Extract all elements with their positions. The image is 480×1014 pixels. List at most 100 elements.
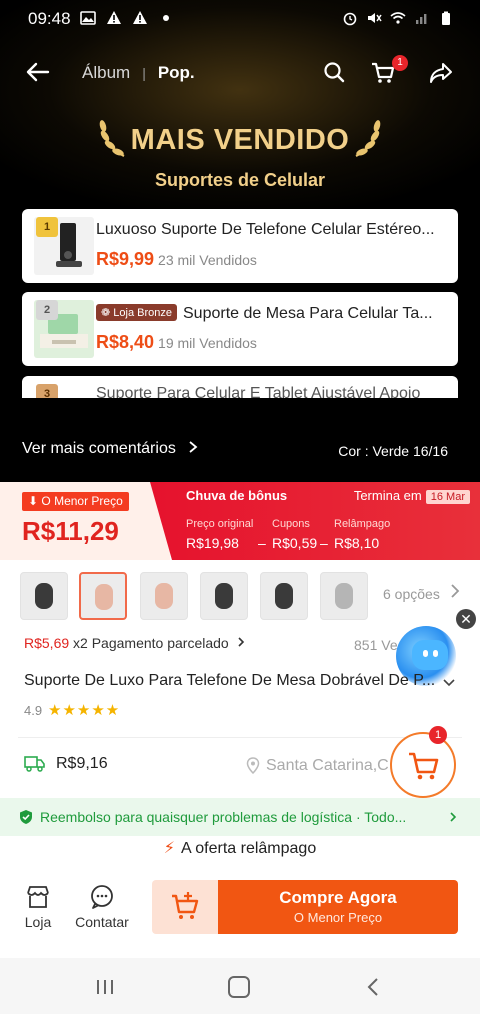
tab-pop[interactable]: Pop. [158, 63, 195, 83]
store-icon [27, 886, 49, 908]
variant-option[interactable] [200, 572, 248, 620]
options-count[interactable]: 6 opções [383, 586, 440, 602]
status-right-icons [342, 10, 454, 26]
lowest-price-tag: ⬇ O Menor Preço [22, 492, 129, 511]
truck-icon [24, 756, 45, 772]
coupons-label: Cupons [272, 518, 310, 530]
rating-value: 4.9 [24, 703, 43, 718]
ends-label: Termina em 16 Mar [353, 488, 470, 504]
chat-icon [91, 885, 113, 909]
cart-badge: 1 [392, 55, 408, 71]
refund-text: Reembolso para quaisquer problemas de lo… [40, 809, 407, 825]
variant-option[interactable] [260, 572, 308, 620]
store-badge-label: Loja Bronze [113, 307, 172, 319]
bestseller-subtitle: Suportes de Celular [154, 170, 326, 190]
store-badge-icon: ❁ [101, 307, 111, 319]
share-icon[interactable] [428, 60, 454, 86]
original-price-label: Preço original [186, 518, 254, 530]
store-button[interactable]: Loja [22, 884, 54, 930]
price-value: R$9,99 [96, 249, 155, 269]
location-pin-icon [246, 757, 260, 774]
installment-info[interactable]: R$5,69 x2 Pagamento parcelado [24, 635, 245, 651]
variant-image [155, 583, 173, 609]
buy-now-button[interactable]: Compre Agora O Menor Preço [218, 880, 458, 934]
bonus-label: Chuva de bônus [186, 488, 288, 503]
more-comments-label: Ver mais comentários [22, 440, 176, 457]
variant-image [335, 583, 353, 609]
contact-button[interactable]: Contatar [72, 884, 132, 930]
variant-option[interactable] [140, 572, 188, 620]
floating-cart-button[interactable] [390, 732, 456, 798]
nav-tabs: Álbum | Pop. [82, 63, 195, 83]
shipping-location[interactable]: Santa Catarina,C [266, 757, 396, 775]
ranking-item-2[interactable]: 2 ❁ Loja Bronze Suporte de Mesa Para Celu… [22, 292, 458, 366]
buy-now-label: Compre Agora [279, 888, 397, 907]
system-back-icon[interactable] [366, 977, 380, 997]
original-price-value: R$19,98 [186, 535, 239, 551]
back-arrow-icon[interactable] [24, 58, 52, 86]
chevron-right-icon [238, 637, 244, 647]
variant-option[interactable] [320, 572, 368, 620]
ranking-item-3[interactable]: 3 Suporte Para Celular E Tablet Ajustáve… [22, 376, 458, 398]
home-icon[interactable] [228, 976, 250, 998]
signal-icon [416, 14, 427, 24]
rank-medal-3: 3 [36, 384, 58, 398]
sold-count: 19 mil Vendidos [158, 335, 257, 351]
ranking-item-title: Luxuoso Suporte De Telefone Celular Esté… [96, 221, 435, 238]
tab-album[interactable]: Álbum [82, 63, 130, 83]
price-value: R$8,40 [96, 332, 155, 352]
ranking-item-title: Suporte Para Celular E Tablet Ajustável … [96, 385, 421, 398]
variant-option[interactable] [20, 572, 68, 620]
down-arrow-icon: ⬇ [28, 494, 39, 508]
store-badge: ❁ Loja Bronze [96, 304, 177, 321]
status-left-icons [80, 10, 174, 26]
status-bar: 09:48 [0, 0, 480, 36]
search-icon[interactable] [322, 60, 346, 84]
buy-now-sublabel: O Menor Preço [293, 910, 383, 925]
flash-offer-text: A oferta relâmpago [181, 840, 317, 857]
mute-icon [368, 13, 382, 23]
ends-text: Termina em [353, 488, 422, 503]
dot-icon [163, 15, 169, 21]
gallery-icon [80, 11, 96, 25]
variant-image [275, 583, 293, 609]
warning-icon [107, 11, 121, 24]
bottom-action-bar: Loja Contatar Compre Agora O Menor Preço [0, 866, 480, 956]
installment-text: x2 Pagamento parcelado [73, 635, 229, 651]
lowest-price-label: O Menor Preço [41, 494, 123, 508]
variant-option-selected[interactable] [79, 572, 127, 620]
flash-offer: ⚡ A oferta relâmpago [0, 838, 480, 858]
chevron-right-icon [450, 812, 457, 822]
promo-banner: ⬇ O Menor Preço R$11,29 Chuva de bônus T… [0, 482, 480, 560]
color-counter: Cor : Verde 16/16 [338, 443, 448, 459]
ranking-item-1[interactable]: 1 Luxuoso Suporte De Telefone Celular Es… [22, 209, 458, 283]
chevron-right-icon [189, 441, 198, 453]
sold-count: 851 Ve [354, 637, 398, 653]
more-comments-link[interactable]: Ver mais comentários [22, 440, 198, 458]
bot-eye [433, 650, 438, 657]
product-title[interactable]: Suporte De Luxo Para Telefone De Mesa Do… [24, 672, 440, 690]
lightning-icon: ⚡ [163, 840, 176, 857]
tab-separator: | [142, 65, 146, 81]
minus-sign: – [258, 535, 266, 551]
recent-apps-icon[interactable] [94, 978, 116, 996]
assistant-bot-icon[interactable] [412, 640, 448, 670]
contact-label: Contatar [75, 914, 129, 930]
store-label: Loja [24, 914, 52, 930]
battery-icon [442, 11, 450, 25]
ends-date: 16 Mar [425, 490, 470, 504]
variant-image [35, 583, 53, 609]
add-to-cart-button[interactable] [152, 880, 220, 934]
minus-sign-2: – [320, 535, 328, 551]
bot-eye [423, 650, 428, 657]
shield-check-icon [20, 810, 32, 824]
refund-banner[interactable]: Reembolso para quaisquer problemas de lo… [0, 798, 480, 836]
installment-price: R$5,69 [24, 635, 70, 651]
close-icon[interactable]: ✕ [456, 609, 476, 629]
chevron-right-icon[interactable] [449, 582, 461, 600]
ranking-item-title-text: Suporte de Mesa Para Celular Ta... [183, 305, 433, 322]
chevron-down-icon[interactable] [442, 676, 456, 690]
cart-icon [409, 752, 439, 780]
status-time: 09:48 [28, 9, 71, 28]
ranking-item-price: R$9,99 23 mil Vendidos [96, 249, 257, 270]
